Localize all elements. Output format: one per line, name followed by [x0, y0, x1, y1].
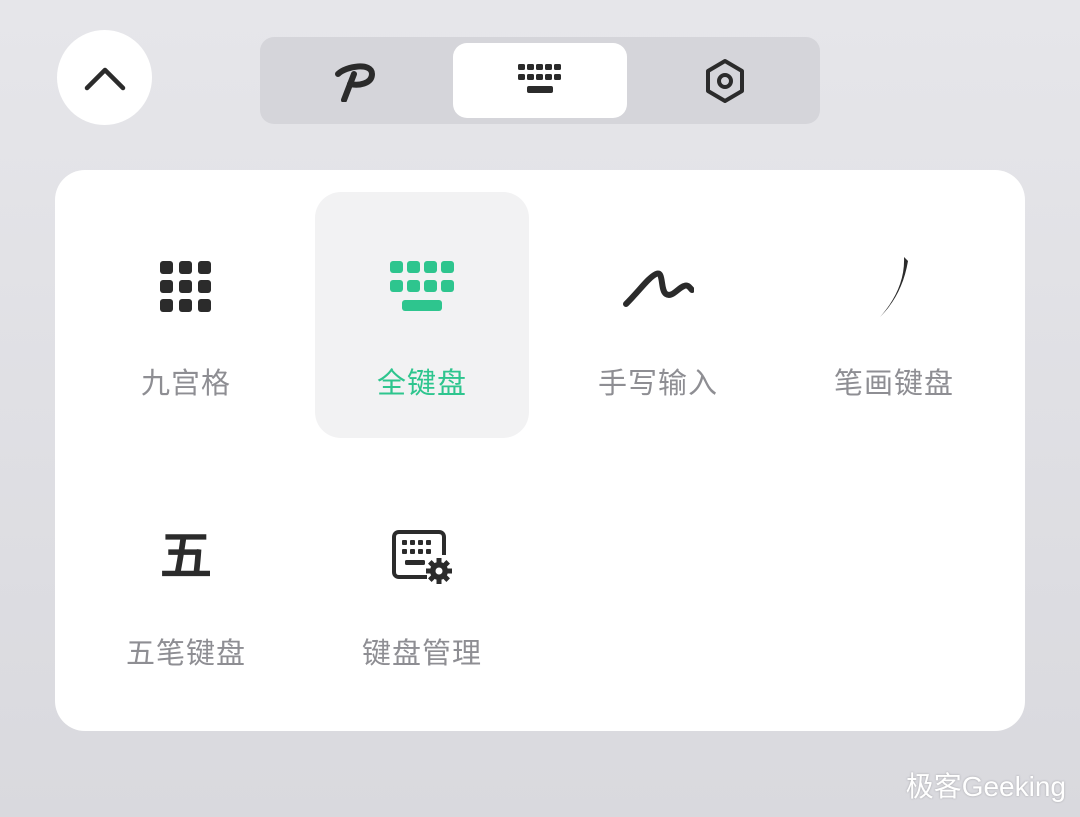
grid-nine-icon [160, 261, 211, 312]
watermark: 极客Geeking [905, 771, 1066, 802]
item-label: 九宫格 [140, 366, 231, 400]
item-full-keyboard[interactable]: 全键盘 [315, 192, 529, 438]
item-label: 键盘管理 [361, 636, 482, 670]
handwriting-icon [623, 270, 694, 307]
item-nine-grid[interactable]: 九宫格 [79, 192, 293, 438]
tab-settings[interactable] [638, 43, 812, 118]
item-label: 笔画键盘 [833, 366, 954, 400]
settings-hexagon-icon [706, 58, 744, 103]
chevron-up-icon [84, 67, 125, 90]
item-wubi-keyboard[interactable]: 五 五笔键盘 [79, 462, 293, 708]
input-method-panel: 九宫格 全键盘 手写输入 笔画键盘 五 五笔键盘 键盘管理 [55, 170, 1025, 731]
tab-brand[interactable] [268, 43, 442, 118]
collapse-button[interactable] [57, 30, 152, 125]
tab-keyboard[interactable] [453, 43, 627, 118]
wubi-icon: 五 [159, 527, 212, 587]
stroke-icon [880, 257, 908, 317]
item-label: 五笔键盘 [125, 636, 246, 670]
full-keyboard-icon [390, 261, 454, 311]
item-stroke-keyboard[interactable]: 笔画键盘 [787, 192, 1001, 438]
keyboard-settings-icon [392, 530, 452, 584]
item-handwriting[interactable]: 手写输入 [551, 192, 765, 438]
item-keyboard-management[interactable]: 键盘管理 [315, 462, 529, 708]
keyboard-icon [518, 63, 561, 93]
item-label: 全键盘 [376, 366, 467, 400]
p-logo-icon [335, 63, 376, 102]
top-tab-bar [260, 37, 820, 124]
item-label: 手写输入 [597, 366, 718, 400]
